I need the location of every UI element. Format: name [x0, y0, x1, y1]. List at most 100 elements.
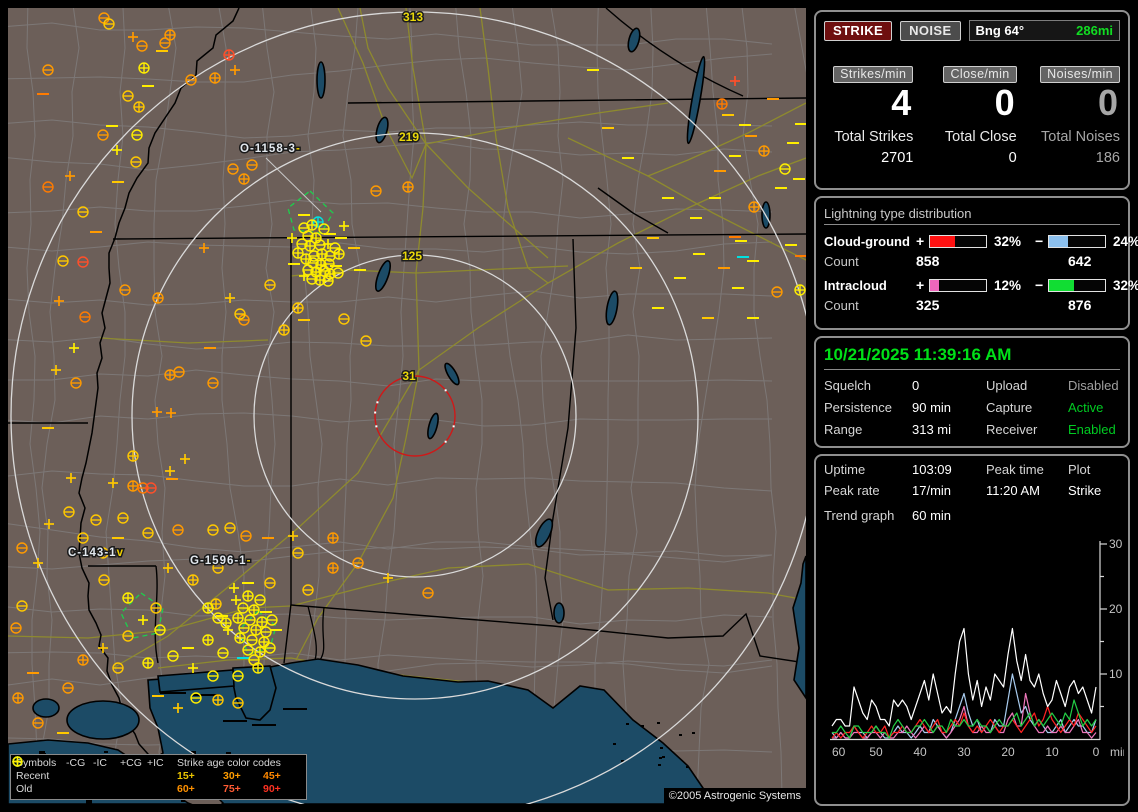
peak-rate-value: 17/min [912, 483, 952, 498]
strike-symbol [232, 612, 244, 624]
strikes-per-min-button[interactable]: Strikes/min [833, 66, 914, 83]
strike-symbol [304, 240, 316, 252]
legend-age-value: 45+ [263, 770, 281, 782]
legend-row-label: Recent [16, 770, 50, 782]
minus-sign: − [1035, 233, 1044, 249]
cell-label: O-1158-3- [240, 143, 301, 155]
cloud-ground-label: Cloud-ground [824, 233, 910, 249]
total-close-value: 0 [1008, 150, 1017, 166]
legend-age-value: 60+ [177, 783, 195, 795]
status-trend-box: Uptime 103:09 Peak time Plot Peak rate 1… [814, 454, 1130, 806]
strike-symbol [402, 181, 414, 193]
strike-symbol [306, 219, 318, 231]
ic-positive-pct: 12% [994, 277, 1022, 293]
cg-count-label: Count [824, 253, 859, 269]
strike-symbol [138, 62, 150, 74]
trend-graph-value: 60 min [912, 508, 952, 523]
plot-value: Strike [1068, 483, 1102, 498]
legend-age-value: 75+ [223, 783, 241, 795]
noise-tab-button[interactable]: NOISE [900, 20, 961, 41]
strike-symbol [77, 654, 89, 666]
noises-per-min-value: 0 [1097, 82, 1118, 123]
bearing-distance: 286mi [1076, 23, 1113, 38]
ring-label-125: 125 [402, 249, 422, 263]
ic-positive-bar [929, 278, 987, 292]
strike-symbol [258, 636, 270, 648]
legend-row-recent: Recent 15+ 30+ 45+ [12, 756, 301, 783]
upload-label: Upload [986, 378, 1028, 393]
legend-row-old: Old 60+ 75+ 90+ [12, 756, 301, 796]
svg-text:40: 40 [913, 745, 927, 759]
ic-count-label: Count [824, 297, 859, 313]
range-value: 313 mi [912, 422, 952, 437]
svg-text:30: 30 [957, 745, 971, 759]
legend-age-header: Strike age color codes [177, 757, 281, 769]
datetime-settings-box: 10/21/2025 11:39:16 AM Squelch 0 Upload … [814, 336, 1130, 448]
strike-symbol [794, 284, 806, 296]
strike-symbol [234, 632, 246, 644]
strike-symbol [250, 624, 262, 636]
strike-symbol [748, 201, 760, 213]
radar-map[interactable]: 313 219 125 31 O-1158-3- C-143-1v G-1596-1- Sy… [8, 8, 806, 804]
svg-text:60: 60 [832, 745, 846, 759]
close-per-min-value: 0 [994, 82, 1015, 123]
svg-text:50: 50 [869, 745, 883, 759]
strike-symbol [127, 450, 139, 462]
upload-value: Disabled [1068, 378, 1119, 393]
close-per-min-button[interactable]: Close/min [943, 66, 1017, 83]
legend-col-header: -CG [66, 757, 86, 769]
strike-symbol [122, 592, 134, 604]
legend-ic-plus-icon [12, 756, 23, 767]
lake-pontchartrain [66, 700, 140, 740]
strike-symbol [127, 480, 139, 492]
receiver-value: Enabled [1068, 422, 1116, 437]
svg-text:30: 30 [1109, 537, 1123, 551]
legend-col-header: +IC [147, 757, 164, 769]
uptime-value: 103:09 [912, 462, 952, 477]
strike-symbol [220, 617, 232, 629]
cg-positive-count: 858 [916, 253, 940, 269]
legend-age-value: 30+ [223, 770, 241, 782]
peak-time-header: Peak time [986, 462, 1044, 477]
strike-stats-box: STRIKE NOISE Bng 64° 286mi Strikes/min C… [814, 10, 1130, 190]
trend-graph-chart: 10 20 30 60 50 40 30 20 10 0 min [824, 527, 1129, 771]
peak-time-value: 11:20 AM [986, 483, 1040, 498]
svg-text:0: 0 [1093, 745, 1100, 759]
svg-text:10: 10 [1109, 667, 1123, 681]
copyright-label: ©2005 Astrogenic Systems [663, 788, 806, 804]
strike-symbol [327, 532, 339, 544]
strike-symbol [238, 173, 250, 185]
strike-symbol [292, 302, 304, 314]
ic-positive-count: 325 [916, 297, 940, 313]
strike-symbol [133, 101, 145, 113]
bearing-label: Bng 64° [975, 23, 1025, 38]
peak-rate-label: Peak rate [824, 483, 880, 498]
strike-symbol [223, 49, 235, 61]
cg-positive-bar [929, 234, 987, 248]
noises-per-min-button[interactable]: Noises/min [1040, 66, 1120, 83]
plus-sign: + [916, 277, 925, 293]
right-panel: STRIKE NOISE Bng 64° 286mi Strikes/min C… [814, 10, 1138, 806]
datetime-display: 10/21/2025 11:39:16 AM [824, 344, 1120, 370]
total-close-label: Total Close [944, 129, 1017, 145]
cg-negative-count: 642 [1068, 253, 1092, 269]
strike-symbol [758, 145, 770, 157]
svg-text:min: min [1110, 745, 1124, 759]
plot-header: Plot [1068, 462, 1091, 477]
cell-label: C-143-1v [68, 547, 124, 559]
strike-symbol [278, 324, 290, 336]
svg-text:20: 20 [1109, 602, 1123, 616]
strike-tab-button[interactable]: STRIKE [824, 20, 893, 41]
strike-symbol [202, 634, 214, 646]
persistence-label: Persistence [824, 400, 892, 415]
strike-symbol [209, 72, 221, 84]
uptime-label: Uptime [824, 462, 866, 477]
squelch-value: 0 [912, 378, 920, 393]
ic-negative-bar [1048, 278, 1106, 292]
strike-symbol [212, 694, 224, 706]
cell-label: G-1596-1- [190, 555, 251, 567]
strike-symbol [333, 248, 345, 260]
cg-negative-bar [1048, 234, 1106, 248]
total-noises-label: Total Noises [1041, 129, 1120, 145]
lightning-distribution-box: Lightning type distribution Cloud-ground… [814, 196, 1138, 330]
